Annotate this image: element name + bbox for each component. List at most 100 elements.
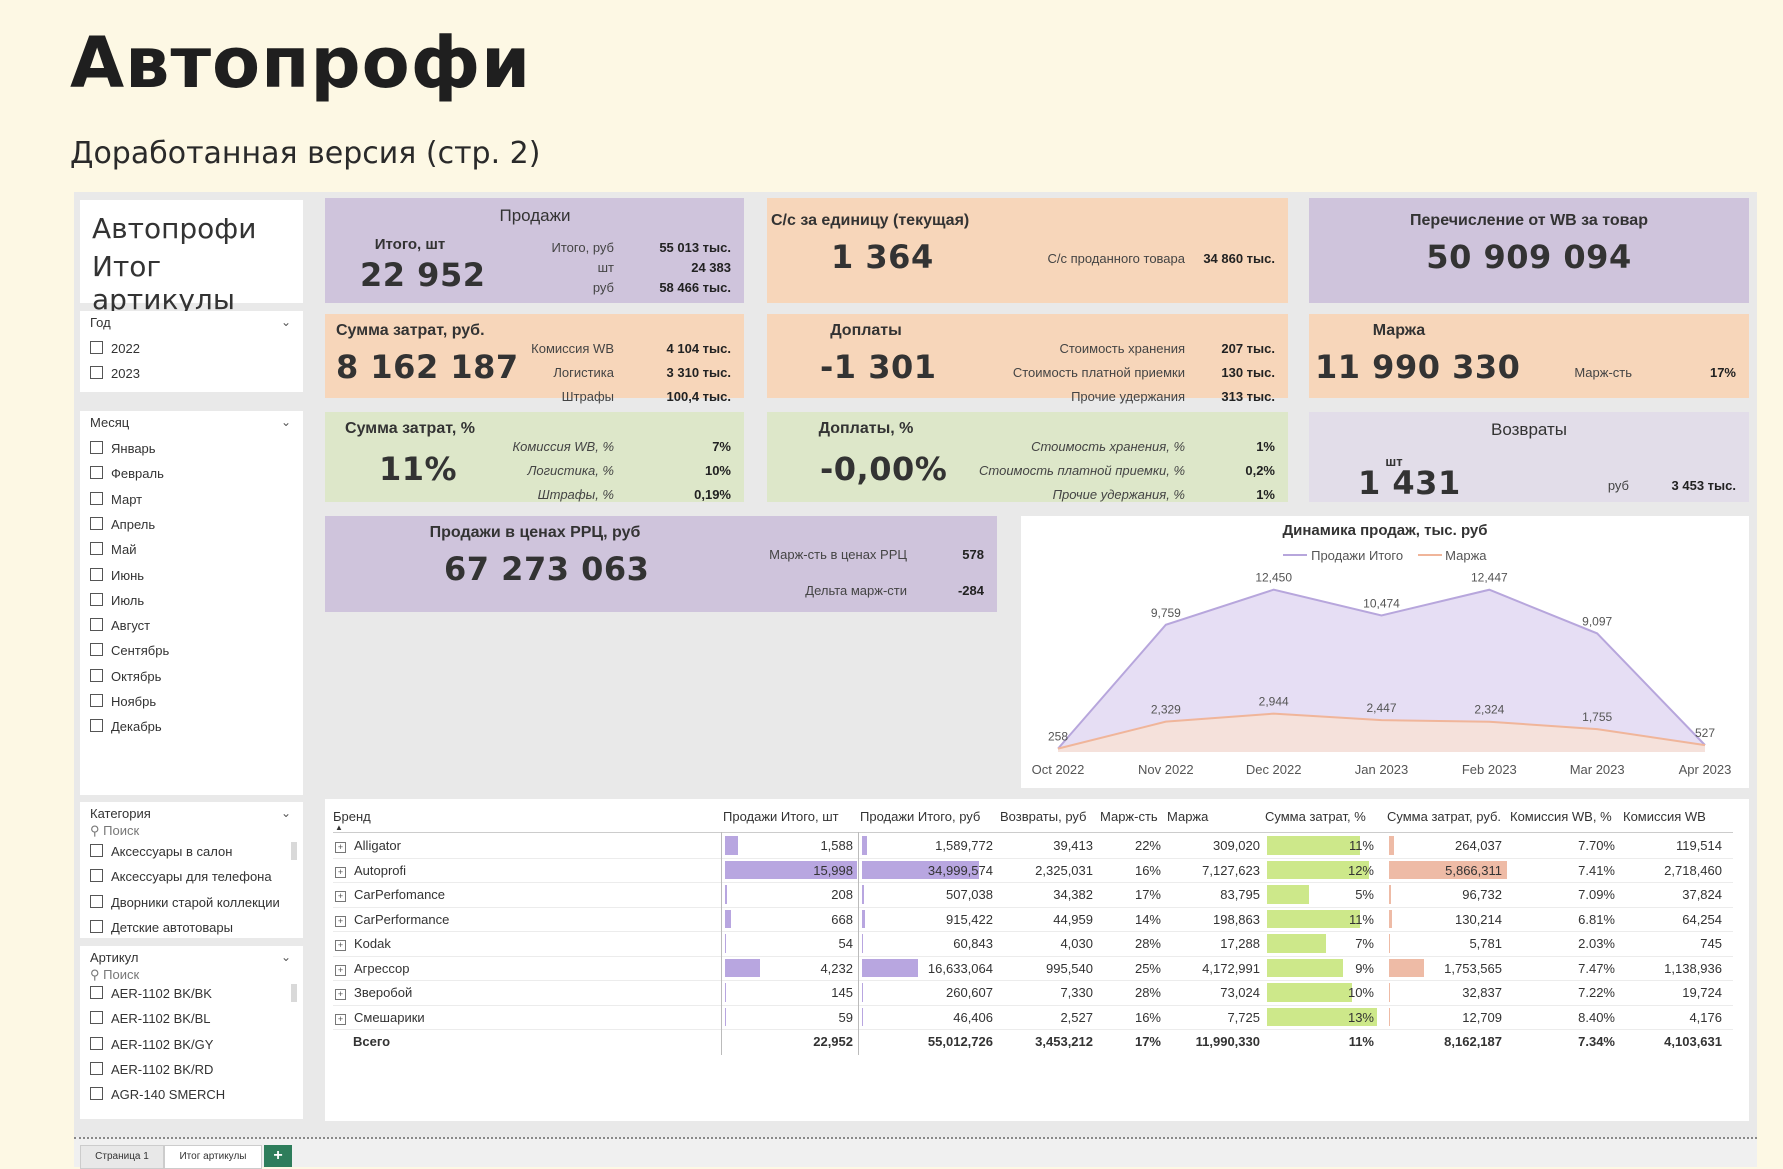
- checkbox[interactable]: [90, 366, 103, 379]
- year-option[interactable]: 2023: [90, 366, 140, 381]
- category-slicer[interactable]: Категория ⌄ ⚲ Поиск Аксессуары в салон Ак…: [80, 802, 303, 938]
- column-header[interactable]: Возвраты, руб: [1000, 809, 1087, 824]
- scrollbar[interactable]: [291, 842, 297, 860]
- category-option[interactable]: Дворники старой коллекции: [90, 894, 280, 910]
- sort-ascending-icon[interactable]: ▲: [335, 823, 343, 832]
- article-search-input[interactable]: ⚲ Поиск: [90, 967, 139, 983]
- expand-icon[interactable]: +: [335, 940, 346, 951]
- brand-cell[interactable]: + Alligator: [335, 838, 401, 853]
- brand-cell[interactable]: + Агрессор: [335, 961, 409, 976]
- chevron-down-icon[interactable]: ⌄: [281, 806, 291, 820]
- category-option[interactable]: Аксессуары для телефона: [90, 869, 272, 884]
- table-cell: 16,633,064: [927, 960, 993, 976]
- article-slicer[interactable]: Артикул ⌄ ⚲ Поиск AER-1102 BK/BK AER-1102…: [80, 946, 303, 1119]
- month-option[interactable]: Февраль: [90, 466, 164, 481]
- brand-cell[interactable]: + Зверобой: [335, 985, 412, 1000]
- expand-icon[interactable]: +: [335, 1013, 346, 1025]
- checkbox[interactable]: [90, 894, 103, 908]
- column-header[interactable]: Маржа: [1167, 809, 1208, 824]
- article-option[interactable]: AGR-140 SMERCH: [90, 1087, 225, 1102]
- expand-icon[interactable]: +: [335, 866, 346, 878]
- revenue-data-bar: [862, 934, 863, 953]
- column-header[interactable]: Продажи Итого, руб: [860, 809, 980, 824]
- month-option[interactable]: Июль: [90, 592, 144, 608]
- checkbox[interactable]: [90, 441, 103, 454]
- checkbox[interactable]: [90, 466, 103, 480]
- checkbox[interactable]: [90, 869, 103, 883]
- revenue-data-bar: [862, 1007, 863, 1026]
- checkbox[interactable]: [90, 694, 103, 707]
- tab-itog-artikuly[interactable]: Итог артикулы: [164, 1145, 262, 1169]
- month-option[interactable]: Декабрь: [90, 719, 162, 734]
- year-slicer[interactable]: Год ⌄ 2022 2023: [80, 311, 303, 392]
- tab-page-1[interactable]: Страница 1: [80, 1145, 164, 1169]
- table-cell: 54: [838, 936, 853, 951]
- month-slicer[interactable]: Месяц ⌄ Январь Февраль Март Апрель Май Июнь Ию…: [80, 411, 303, 795]
- checkbox[interactable]: [90, 516, 103, 530]
- chevron-down-icon[interactable]: ⌄: [281, 950, 291, 964]
- cost-pct-data-bar: [1267, 909, 1361, 928]
- total-cell: 22,952: [813, 1034, 853, 1049]
- month-option[interactable]: Май: [90, 542, 136, 557]
- chevron-down-icon[interactable]: ⌄: [281, 415, 291, 429]
- year-option[interactable]: 2022: [90, 341, 140, 356]
- checkbox[interactable]: [90, 668, 103, 682]
- column-header[interactable]: Продажи Итого, шт: [723, 809, 839, 824]
- column-divider: [858, 832, 859, 1055]
- x-tick-label: Feb 2023: [1462, 762, 1517, 777]
- scrollbar[interactable]: [291, 984, 297, 1002]
- article-option[interactable]: AER-1102 BK/BK: [90, 986, 212, 1001]
- month-option[interactable]: Июнь: [90, 567, 144, 583]
- brand-cell[interactable]: + CarPerformance: [335, 912, 449, 927]
- brand-cell[interactable]: + Kodak: [335, 936, 391, 951]
- expand-icon[interactable]: +: [335, 964, 346, 976]
- month-option[interactable]: Сентябрь: [90, 643, 169, 658]
- column-header[interactable]: Сумма затрат, руб.: [1387, 809, 1501, 824]
- expand-icon[interactable]: +: [335, 989, 346, 1000]
- article-option[interactable]: AER-1102 BK/BL: [90, 1011, 210, 1026]
- checkbox[interactable]: [90, 643, 103, 657]
- chevron-down-icon[interactable]: ⌄: [281, 315, 291, 329]
- column-header[interactable]: Бренд: [333, 809, 371, 824]
- category-search-input[interactable]: ⚲ Поиск: [90, 823, 139, 839]
- checkbox[interactable]: [90, 592, 103, 606]
- kpi-surcharges-pct-row-value: 1%: [1256, 439, 1275, 454]
- expand-icon[interactable]: +: [335, 891, 346, 902]
- month-option[interactable]: Октябрь: [90, 668, 161, 684]
- column-header[interactable]: Комиссия WB: [1623, 809, 1706, 824]
- checkbox[interactable]: [90, 1011, 103, 1025]
- checkbox[interactable]: [90, 986, 103, 999]
- kpi-rrp-value: 67 273 063: [444, 550, 650, 588]
- column-header[interactable]: Сумма затрат, %: [1265, 809, 1366, 824]
- header-divider: [333, 832, 1733, 833]
- expand-icon[interactable]: +: [335, 915, 346, 927]
- checkbox[interactable]: [90, 618, 103, 632]
- checkbox[interactable]: [90, 1036, 103, 1050]
- column-header[interactable]: Марж-сть: [1100, 809, 1158, 824]
- checkbox[interactable]: [90, 1087, 103, 1101]
- checkbox[interactable]: [90, 542, 103, 556]
- category-option[interactable]: Детские автотовары: [90, 919, 233, 935]
- month-option[interactable]: Август: [90, 618, 150, 633]
- checkbox[interactable]: [90, 341, 103, 354]
- article-option[interactable]: AER-1102 BK/GY: [90, 1036, 213, 1052]
- checkbox[interactable]: [90, 844, 103, 857]
- column-header[interactable]: Комиссия WB, %: [1510, 809, 1612, 824]
- article-option[interactable]: AER-1102 BK/RD: [90, 1061, 213, 1077]
- brand-cell[interactable]: + Autoprofi: [335, 863, 406, 878]
- checkbox[interactable]: [90, 567, 103, 581]
- category-option[interactable]: Аксессуары в салон: [90, 844, 232, 859]
- expand-icon[interactable]: +: [335, 842, 346, 853]
- checkbox[interactable]: [90, 1061, 103, 1075]
- add-page-button[interactable]: +: [264, 1145, 292, 1167]
- brand-cell[interactable]: + CarPerfomance: [335, 887, 445, 902]
- month-option[interactable]: Ноябрь: [90, 694, 156, 709]
- month-option[interactable]: Март: [90, 491, 142, 507]
- checkbox[interactable]: [90, 719, 103, 733]
- month-option[interactable]: Апрель: [90, 516, 155, 532]
- checkbox[interactable]: [90, 491, 103, 505]
- month-option[interactable]: Январь: [90, 441, 156, 456]
- checkbox[interactable]: [90, 919, 103, 933]
- brand-cell[interactable]: + Смешарики: [335, 1010, 425, 1025]
- kpi-returns-card: Возвраты шт 1 431 руб 3 453 тыс.: [1309, 412, 1749, 502]
